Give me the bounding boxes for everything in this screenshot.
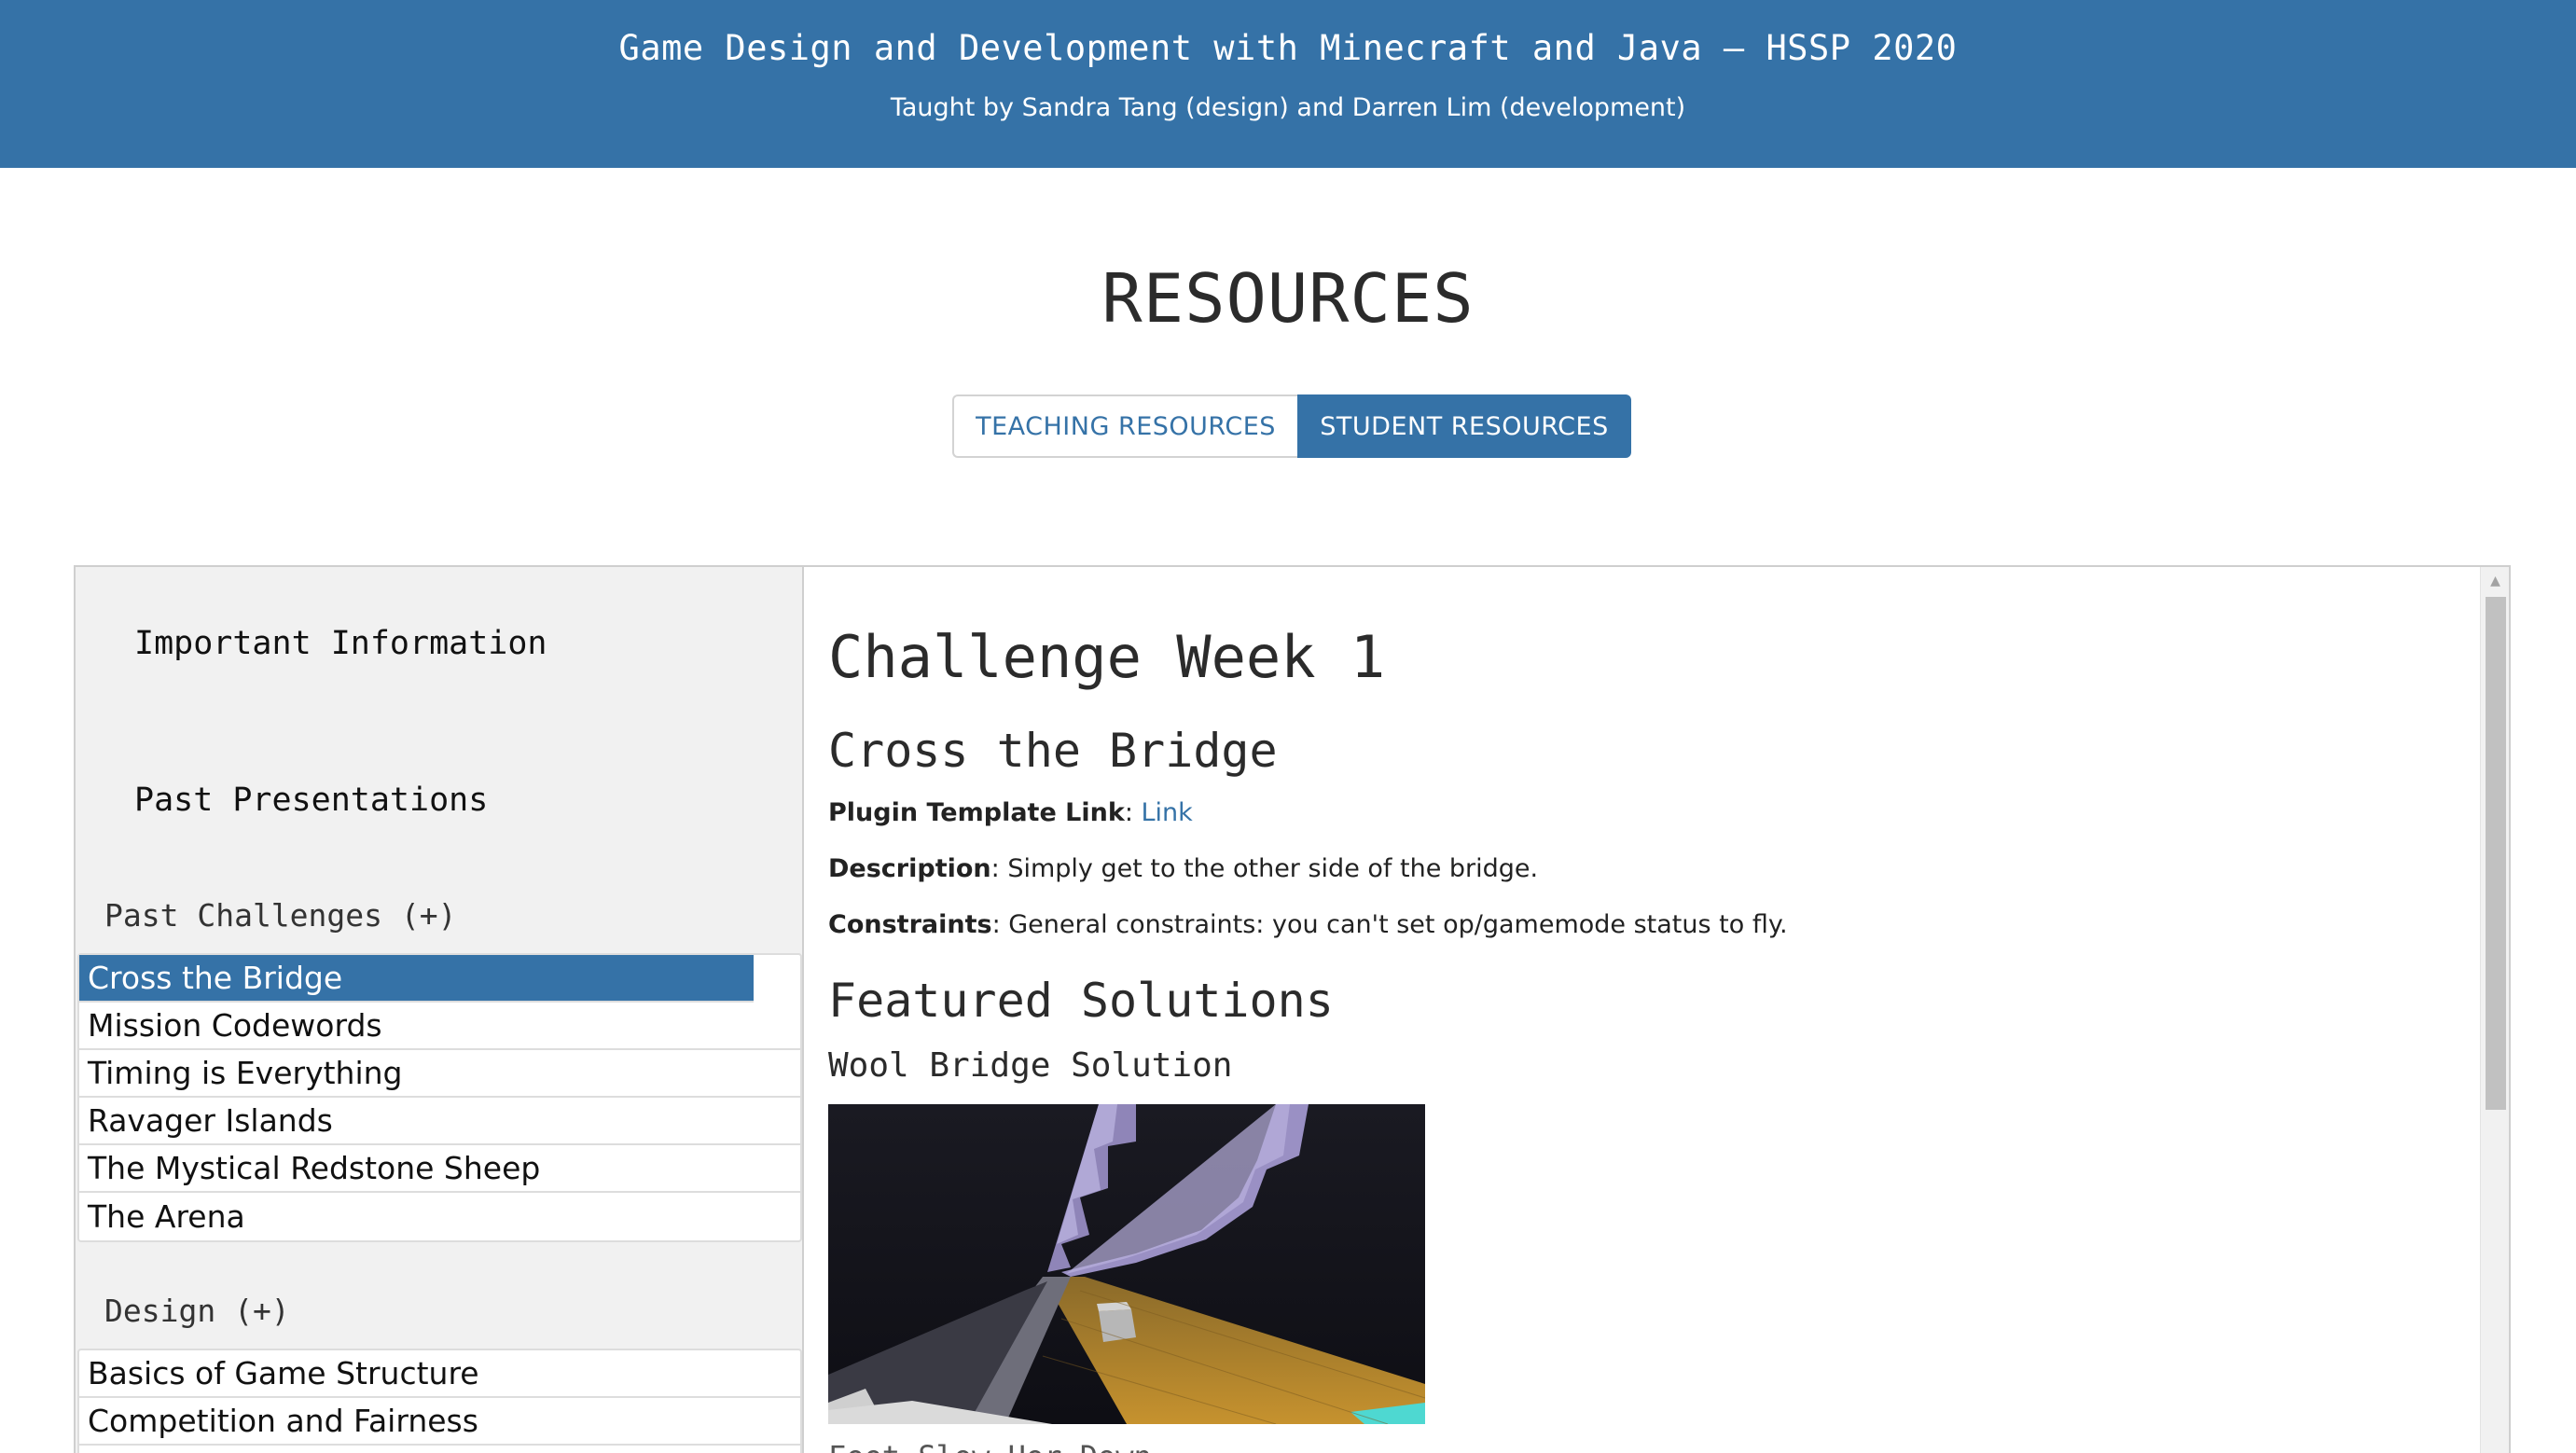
sidebar: Important Information Past Presentations…	[76, 567, 804, 1453]
scroll-thumb[interactable]	[2486, 597, 2506, 1110]
course-title: Game Design and Development with Minecra…	[618, 28, 1958, 68]
tab-teaching-resources[interactable]: TEACHING RESOURCES	[952, 394, 1297, 458]
constraints-label: Constraints	[828, 910, 992, 939]
sidebar-item-important-information[interactable]: Important Information	[134, 625, 547, 662]
past-challenges-list: Cross the Bridge Mission Codewords Timin…	[77, 953, 802, 1242]
sidebar-section-past-challenges[interactable]: Past Challenges (+)	[104, 897, 457, 934]
plugin-template-line: Plugin Template Link: Link	[828, 798, 1193, 827]
sidebar-section-design[interactable]: Design (+)	[104, 1293, 290, 1329]
sidebar-item-timing-is-everything[interactable]: Timing is Everything	[79, 1050, 800, 1098]
resources-panel: Important Information Past Presentations…	[74, 565, 2511, 1453]
wool-bridge-screenshot	[828, 1104, 1425, 1424]
challenge-week-heading: Challenge Week 1	[828, 623, 1386, 691]
challenge-title: Cross the Bridge	[828, 724, 1278, 778]
content-scrollbar[interactable]: ▲	[2480, 567, 2509, 1453]
description-line: Description: Simply get to the other sid…	[828, 854, 1539, 883]
plugin-template-link[interactable]: Link	[1142, 798, 1193, 827]
solution-title: Wool Bridge Solution	[828, 1046, 1233, 1085]
constraints-text: General constraints: you can't set op/ga…	[1008, 910, 1788, 939]
next-solution-title: Feet Slow Her Down	[828, 1439, 1152, 1453]
design-list: Basics of Game Structure Competition and…	[77, 1349, 802, 1453]
sidebar-item-basics-of-game-structure[interactable]: Basics of Game Structure	[79, 1350, 800, 1398]
sidebar-item-the-arena[interactable]: The Arena	[79, 1193, 800, 1240]
constraints-line: Constraints: General constraints: you ca…	[828, 910, 1788, 939]
site-header: Game Design and Development with Minecra…	[0, 0, 2576, 168]
sidebar-item-ravager-islands[interactable]: Ravager Islands	[79, 1098, 800, 1145]
description-text: Simply get to the other side of the brid…	[1007, 854, 1539, 883]
sidebar-item-mystical-redstone-sheep[interactable]: The Mystical Redstone Sheep	[79, 1145, 800, 1193]
page-title: RESOURCES	[1101, 259, 1475, 338]
sidebar-item-competition-and-fairness[interactable]: Competition and Fairness	[79, 1398, 800, 1446]
featured-solutions-heading: Featured Solutions	[828, 974, 1334, 1028]
sidebar-item-player-types[interactable]: Player Types	[79, 1446, 800, 1453]
plugin-template-label: Plugin Template Link	[828, 798, 1125, 827]
resource-tabs: TEACHING RESOURCES STUDENT RESOURCES	[952, 394, 1631, 458]
sidebar-item-mission-codewords[interactable]: Mission Codewords	[79, 1003, 800, 1050]
tab-student-resources[interactable]: STUDENT RESOURCES	[1297, 394, 1631, 458]
sidebar-item-cross-the-bridge[interactable]: Cross the Bridge	[79, 955, 754, 1003]
course-subtitle: Taught by Sandra Tang (design) and Darre…	[890, 93, 1686, 122]
scroll-up-arrow-icon[interactable]: ▲	[2481, 571, 2509, 591]
content-area: Challenge Week 1 Cross the Bridge Plugin…	[806, 567, 2481, 1453]
sidebar-item-past-presentations[interactable]: Past Presentations	[134, 782, 488, 819]
description-label: Description	[828, 854, 991, 883]
